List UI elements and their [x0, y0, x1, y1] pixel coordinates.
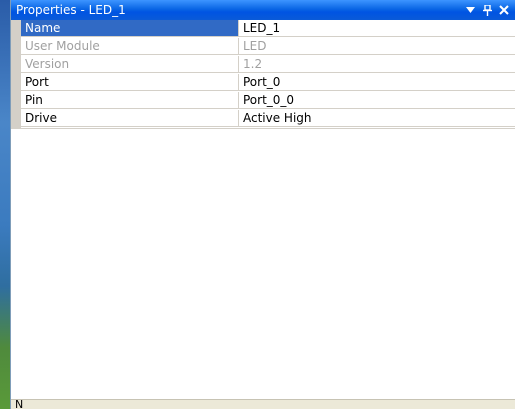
property-value: 1.2: [239, 56, 515, 73]
property-name: Version: [21, 56, 239, 73]
property-value[interactable]: Active High: [239, 110, 515, 127]
row-gutter: [11, 110, 21, 128]
pin-icon[interactable]: [480, 3, 494, 17]
row-gutter: [11, 92, 21, 110]
description-bar: N: [11, 399, 515, 409]
property-name: User Module: [21, 38, 239, 55]
property-name[interactable]: Pin: [21, 92, 239, 109]
row-gutter: [11, 38, 21, 56]
panel-title-bar[interactable]: Properties - LED_1: [11, 0, 515, 20]
row-gutter: [11, 56, 21, 74]
close-icon[interactable]: [497, 3, 511, 17]
dropdown-icon[interactable]: [463, 3, 477, 17]
row-gutter: [11, 74, 21, 92]
property-name[interactable]: Port: [21, 74, 239, 91]
panel-title: Properties - LED_1: [16, 3, 126, 17]
description-text: N: [15, 399, 24, 409]
row-gutter: [11, 20, 21, 38]
property-value[interactable]: LED_1: [239, 20, 515, 37]
properties-panel: Properties - LED_1 Name LED_1 User Modul…: [10, 0, 515, 409]
desktop-background: [0, 0, 10, 409]
property-value[interactable]: Port_0_0: [239, 92, 515, 109]
property-value: LED: [239, 38, 515, 55]
property-grid: Name LED_1 User Module LED Version 1.2 P…: [11, 20, 515, 129]
property-name[interactable]: Name: [21, 20, 239, 37]
property-value[interactable]: Port_0: [239, 74, 515, 91]
property-name[interactable]: Drive: [21, 110, 239, 127]
